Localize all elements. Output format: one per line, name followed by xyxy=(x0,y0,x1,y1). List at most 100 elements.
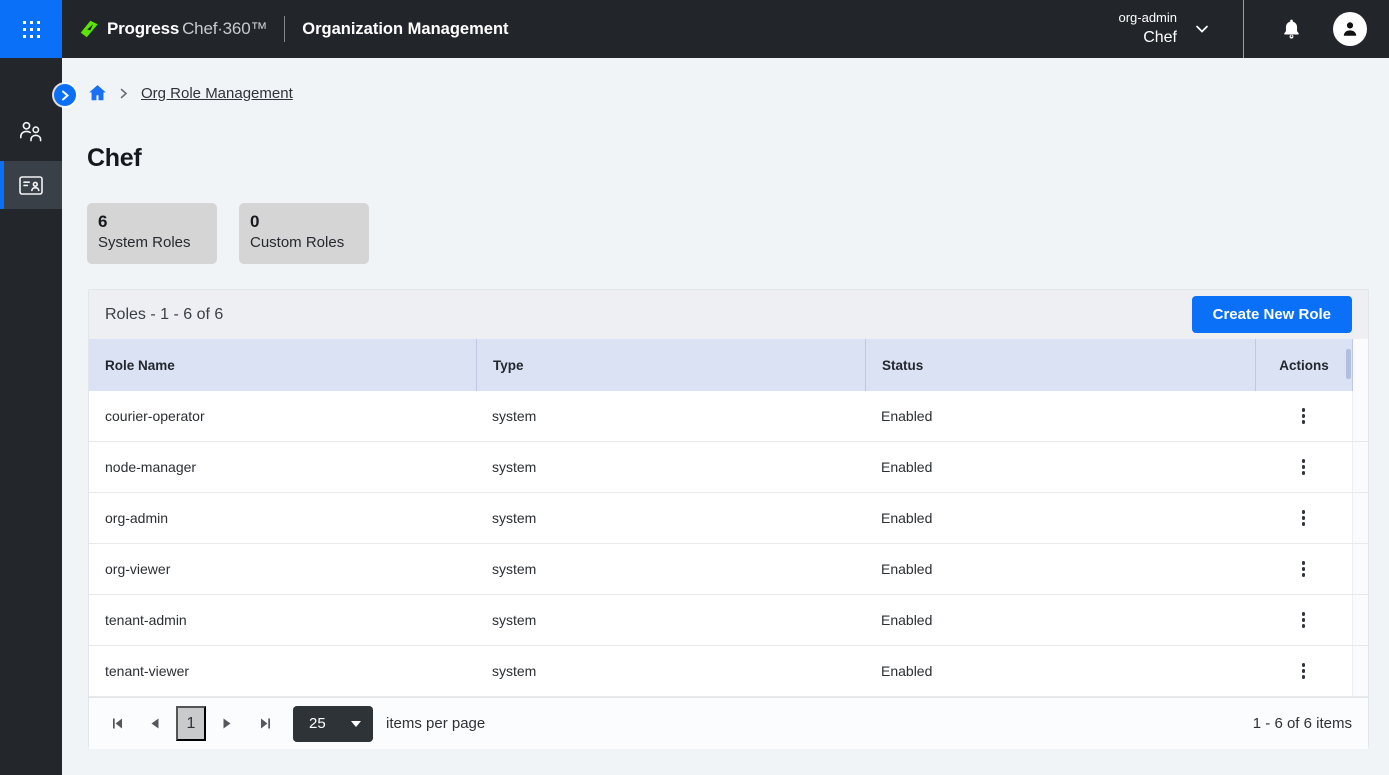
skip-to-last-icon xyxy=(259,717,272,730)
person-icon xyxy=(1340,19,1360,39)
scrollbar-gutter xyxy=(1352,595,1368,645)
sidebar xyxy=(0,58,62,775)
row-actions-button[interactable] xyxy=(1291,505,1317,531)
header-right-group: org-admin Chef xyxy=(1118,0,1389,58)
chevron-right-icon xyxy=(61,90,70,101)
users-icon xyxy=(18,119,45,144)
scrollbar-gutter xyxy=(1352,544,1368,594)
pager-page-1[interactable]: 1 xyxy=(176,706,206,741)
kebab-menu-icon xyxy=(1302,459,1306,463)
scrollbar-gutter xyxy=(1352,646,1368,696)
role-actions-cell xyxy=(1255,391,1352,441)
caret-down-icon xyxy=(351,721,361,727)
breadcrumb-separator xyxy=(120,88,128,99)
stat-label: Custom Roles xyxy=(250,234,358,251)
kebab-menu-icon xyxy=(1302,510,1306,514)
breadcrumb: Org Role Management xyxy=(88,82,293,104)
waffle-grid-icon xyxy=(23,21,40,38)
pager-next-button[interactable] xyxy=(215,712,239,736)
role-status-cell: Enabled xyxy=(865,544,1255,594)
brand-logo: ProgressChef·360™ xyxy=(78,18,267,40)
chevron-down-icon xyxy=(1195,24,1209,34)
role-name-cell: org-viewer xyxy=(89,544,476,594)
brand-chef360: Chef·360™ xyxy=(182,19,267,38)
scrollbar-gutter xyxy=(1352,493,1368,543)
page-size-select[interactable]: 25 xyxy=(293,706,373,742)
table-scrollbar-thumb[interactable] xyxy=(1346,349,1351,379)
kebab-menu-icon xyxy=(1302,663,1306,667)
role-actions-cell xyxy=(1255,493,1352,543)
page-root: ProgressChef·360™ Organization Managemen… xyxy=(0,0,1389,775)
stat-value: 6 xyxy=(98,212,206,232)
role-type-cell: system xyxy=(476,544,865,594)
column-header-type[interactable]: Type xyxy=(476,339,865,391)
stat-card-custom-roles: 0 Custom Roles xyxy=(239,203,369,264)
table-row[interactable]: node-manager system Enabled xyxy=(89,442,1368,493)
stat-label: System Roles xyxy=(98,234,206,251)
kebab-menu-icon xyxy=(1302,561,1306,565)
role-status-cell: Enabled xyxy=(865,391,1255,441)
chevron-right-icon xyxy=(120,88,128,99)
bell-icon xyxy=(1280,17,1303,41)
app-launcher-button[interactable] xyxy=(0,0,62,58)
tenant-switcher[interactable]: org-admin Chef xyxy=(1118,9,1209,48)
panel-title: Roles - 1 - 6 of 6 xyxy=(105,306,223,324)
table-row[interactable]: tenant-viewer system Enabled xyxy=(89,646,1368,697)
role-type-cell: system xyxy=(476,646,865,696)
stat-value: 0 xyxy=(250,212,358,232)
pagination-bar: 1 25 items per page 1 - 6 of 6 items xyxy=(89,697,1368,749)
row-actions-button[interactable] xyxy=(1291,556,1317,582)
row-actions-button[interactable] xyxy=(1291,454,1317,480)
role-actions-cell xyxy=(1255,646,1352,696)
table-body: courier-operator system Enabled node-man… xyxy=(89,391,1368,697)
stat-cards: 6 System Roles 0 Custom Roles xyxy=(87,203,369,264)
table-row[interactable]: courier-operator system Enabled xyxy=(89,391,1368,442)
top-bar: ProgressChef·360™ Organization Managemen… xyxy=(0,0,1389,58)
create-new-role-button[interactable]: Create New Role xyxy=(1192,296,1352,333)
sidebar-item-users[interactable] xyxy=(0,107,62,155)
scrollbar-gutter xyxy=(1352,442,1368,492)
breadcrumb-home-link[interactable] xyxy=(88,84,107,102)
table-header-row: Role Name Type Status Actions xyxy=(89,339,1368,391)
breadcrumb-link-org-role-management[interactable]: Org Role Management xyxy=(141,85,293,102)
home-icon xyxy=(88,84,107,102)
next-icon xyxy=(222,717,232,730)
row-actions-button[interactable] xyxy=(1291,607,1317,633)
role-status-cell: Enabled xyxy=(865,595,1255,645)
role-status-cell: Enabled xyxy=(865,646,1255,696)
items-per-page-label: items per page xyxy=(386,715,485,732)
role-name-cell: node-manager xyxy=(89,442,476,492)
scrollbar-gutter xyxy=(1352,391,1368,441)
role-name-cell: tenant-admin xyxy=(89,595,476,645)
row-actions-button[interactable] xyxy=(1291,403,1317,429)
notifications-button[interactable] xyxy=(1280,17,1303,41)
scrollbar-gutter xyxy=(1352,339,1368,391)
avatar xyxy=(1333,12,1367,46)
column-header-status[interactable]: Status xyxy=(865,339,1255,391)
table-row[interactable]: org-viewer system Enabled xyxy=(89,544,1368,595)
role-actions-cell xyxy=(1255,544,1352,594)
account-button[interactable] xyxy=(1333,12,1367,46)
page-size-value: 25 xyxy=(309,715,326,732)
role-name-cell: tenant-viewer xyxy=(89,646,476,696)
pager-last-button[interactable] xyxy=(253,712,277,736)
role-status-cell: Enabled xyxy=(865,442,1255,492)
user-org-label: org-admin xyxy=(1118,9,1177,27)
table-row[interactable]: org-admin system Enabled xyxy=(89,493,1368,544)
column-header-actions: Actions xyxy=(1255,339,1352,391)
role-type-cell: system xyxy=(476,595,865,645)
previous-icon xyxy=(150,717,160,730)
user-tenant-label: Chef xyxy=(1118,27,1177,49)
row-actions-button[interactable] xyxy=(1291,658,1317,684)
column-header-role-name[interactable]: Role Name xyxy=(89,339,476,391)
role-type-cell: system xyxy=(476,391,865,441)
pager-previous-button[interactable] xyxy=(143,712,167,736)
table-row[interactable]: tenant-admin system Enabled xyxy=(89,595,1368,646)
sidebar-item-roles[interactable] xyxy=(0,161,62,209)
header-divider xyxy=(284,16,285,42)
pager-first-button[interactable] xyxy=(105,712,129,736)
page-title: Chef xyxy=(87,144,141,173)
id-badge-icon xyxy=(18,174,44,197)
progress-logo-icon xyxy=(78,18,100,40)
sidebar-expand-button[interactable] xyxy=(54,84,76,106)
